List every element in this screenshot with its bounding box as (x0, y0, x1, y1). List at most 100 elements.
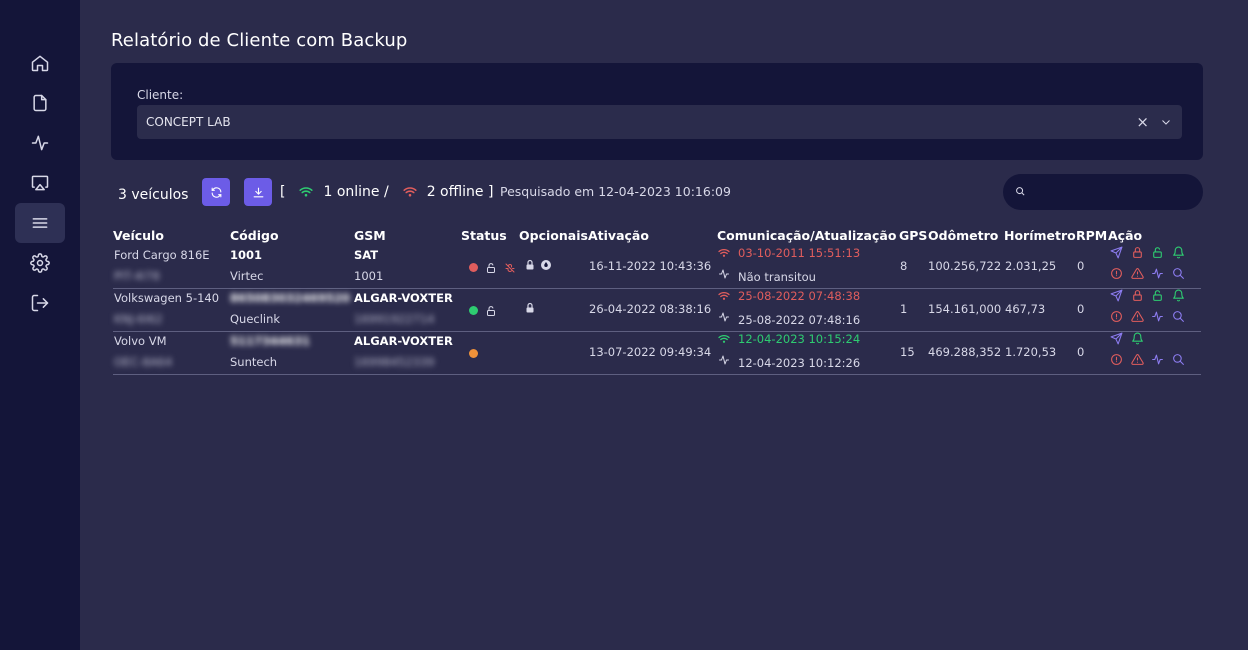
client-filter-label: Cliente: (137, 88, 184, 102)
search-box (1003, 174, 1203, 210)
alert-circle-icon[interactable] (1110, 310, 1123, 323)
send-command-icon[interactable] (1110, 289, 1123, 302)
clear-icon[interactable]: × (1136, 114, 1149, 130)
searched-at: Pesquisado em 12-04-2023 10:16:09 (500, 184, 731, 199)
lock-icon (524, 302, 536, 314)
status-dot (469, 263, 478, 272)
refresh-icon (211, 186, 221, 198)
send-command-icon[interactable] (1110, 246, 1123, 259)
odometer: 154.161,000 (928, 302, 1002, 316)
activity-icon[interactable] (1151, 310, 1164, 323)
bell-icon[interactable] (1172, 289, 1185, 302)
table-row: Volvo VM OEC-8A64 5117344631 Suntech ALGAR-V… (113, 332, 1201, 375)
vehicle-plate: KNJ-6I62 (114, 312, 163, 326)
alert-triangle-icon[interactable] (1130, 353, 1144, 366)
rpm: 0 (1077, 259, 1085, 273)
block-icon[interactable] (1131, 289, 1144, 302)
vehicle-name: Volkswagen 5-140 (114, 291, 220, 305)
gsm-number: 16998452339 (354, 355, 435, 369)
search-icon[interactable] (1172, 353, 1185, 366)
connection-summary: [ 1 online / 2 offline ] (280, 184, 493, 200)
rpm: 0 (1077, 302, 1085, 316)
col-gsm: GSM (354, 228, 386, 243)
vehicle-table: Veículo Código GSM Status Opcionais Ativ… (113, 226, 1201, 375)
gsm-carrier: SAT (354, 248, 379, 262)
status-dot (469, 349, 478, 358)
vehicle-count: 3 veículos (118, 187, 189, 203)
online-count: 1 online / (323, 184, 389, 200)
sidebar-item-activity[interactable] (15, 123, 65, 163)
pulse-icon (718, 311, 730, 323)
vehicle-plate: OEC-8A64 (114, 355, 173, 369)
send-command-icon[interactable] (1110, 332, 1123, 345)
bell-icon[interactable] (1172, 246, 1185, 259)
download-icon (253, 187, 263, 197)
unblock-icon[interactable] (1151, 289, 1164, 302)
refresh-button[interactable] (202, 178, 230, 206)
sidebar-item-documents[interactable] (15, 83, 65, 123)
hourmeter: 2.031,25 (1005, 259, 1057, 273)
download-button[interactable] (244, 178, 272, 206)
alert-triangle-icon[interactable] (1130, 310, 1144, 323)
sidebar-item-settings[interactable] (15, 243, 65, 283)
gsm-carrier: ALGAR-VOXTER (354, 334, 453, 348)
table-row: Ford Cargo 816E PIT-4I78 1001 Virtec SAT 1001… (113, 246, 1201, 289)
col-comunicacao: Comunicação/Atualização (717, 228, 897, 243)
vehicle-plate: PIT-4I78 (114, 269, 160, 283)
document-icon (33, 94, 47, 112)
col-opcionais: Opcionais (519, 228, 588, 243)
hourmeter: 467,73 (1005, 302, 1046, 316)
last-update: 25-08-2022 07:48:16 (738, 313, 861, 327)
wifi-offline-icon (403, 187, 417, 197)
wifi-online-icon (299, 187, 314, 197)
sidebar-item-home[interactable] (15, 43, 65, 83)
gps-satellites: 1 (900, 302, 908, 316)
activity-icon[interactable] (1151, 267, 1164, 280)
pulse-icon (718, 354, 730, 366)
col-acao: Ação (1108, 228, 1143, 243)
activity-icon[interactable] (1151, 353, 1164, 366)
page-title: Relatório de Cliente com Backup (111, 30, 408, 51)
last-communication: 25-08-2022 07:48:38 (738, 289, 861, 303)
pulse-icon (718, 268, 730, 280)
device-brand: Virtec (230, 269, 264, 283)
search-icon (1016, 187, 1025, 196)
table-row: Volkswagen 5-140 KNJ-6I62 865083032469520 Q… (113, 289, 1201, 332)
gear-icon (30, 253, 50, 273)
client-select-value: CONCEPT LAB (146, 115, 231, 129)
block-icon[interactable] (1131, 246, 1144, 259)
alert-circle-icon[interactable] (1110, 267, 1123, 280)
sidebar-item-monitor[interactable] (15, 163, 65, 203)
client-select[interactable]: CONCEPT LAB × (137, 105, 1182, 139)
col-odometro: Odômetro (928, 228, 999, 243)
sidebar-item-logout[interactable] (15, 283, 65, 323)
device-code: 5117344631 (230, 334, 311, 348)
device-brand: Suntech (230, 355, 278, 369)
col-ativacao: Ativação (588, 228, 649, 243)
chevron-down-icon[interactable] (1160, 116, 1172, 131)
filter-card: Cliente: CONCEPT LAB × (111, 63, 1203, 160)
unlock-icon (485, 262, 497, 274)
alert-circle-icon[interactable] (1110, 353, 1123, 366)
status-dot (469, 306, 478, 315)
col-horimetro: Horímetro (1004, 228, 1076, 243)
wifi-icon (718, 290, 730, 302)
alert-triangle-icon[interactable] (1130, 267, 1144, 280)
search-input[interactable] (1033, 180, 1193, 204)
vehicle-name: Ford Cargo 816E (114, 248, 210, 262)
activation-date: 26-04-2022 08:38:16 (589, 302, 712, 316)
monitor-icon (31, 175, 49, 191)
search-icon[interactable] (1172, 310, 1185, 323)
unblock-icon[interactable] (1151, 246, 1164, 259)
odometer: 469.288,352 (928, 345, 1002, 359)
col-veiculo: Veículo (113, 228, 164, 243)
table-header: Veículo Código GSM Status Opcionais Ativ… (113, 226, 1201, 246)
col-status: Status (461, 228, 507, 243)
bell-icon[interactable] (1131, 332, 1144, 345)
activity-icon (31, 135, 49, 151)
gsm-number: 1001 (354, 269, 384, 283)
sidebar-item-menu[interactable] (15, 203, 65, 243)
bracket-open: [ (280, 184, 286, 200)
search-icon[interactable] (1172, 267, 1185, 280)
gsm-number: 16991922714 (354, 312, 435, 326)
